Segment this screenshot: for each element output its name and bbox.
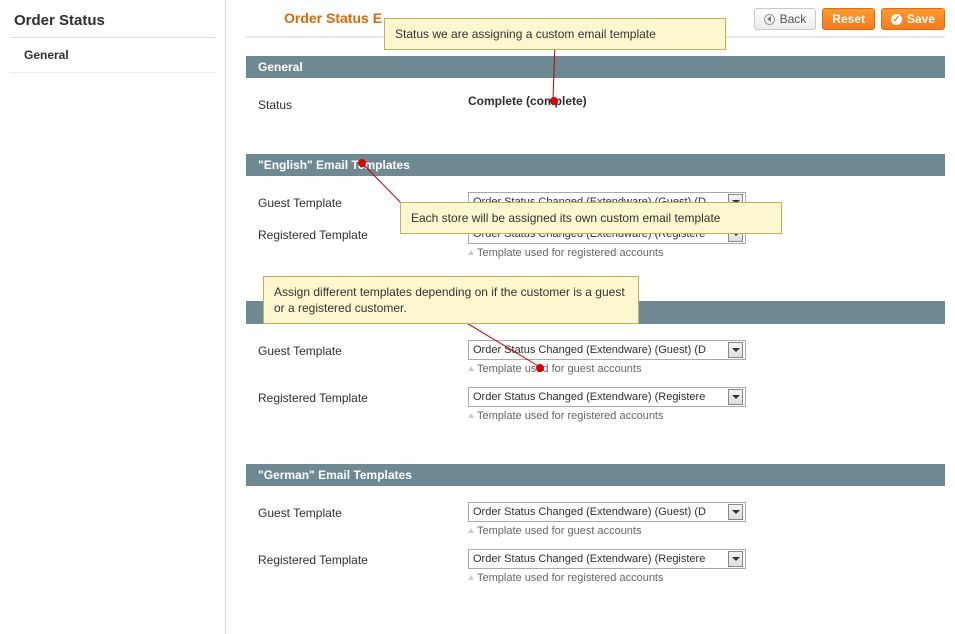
status-value: Complete (complete) xyxy=(468,94,933,112)
hint-triangle-icon xyxy=(468,413,474,418)
dropdown-arrow-icon xyxy=(728,504,743,520)
english-reg-hint: Template used for registered accounts xyxy=(468,244,933,259)
reset-button[interactable]: Reset xyxy=(822,8,875,30)
save-button[interactable]: ✓ Save xyxy=(881,8,945,30)
back-arrow-icon xyxy=(764,14,775,25)
hint-triangle-icon xyxy=(468,250,474,255)
dropdown-arrow-icon xyxy=(728,389,743,405)
annotation-dot-icon xyxy=(358,159,366,167)
hint-triangle-icon xyxy=(468,528,474,533)
german-guest-select[interactable]: Order Status Changed (Extendware) (Guest… xyxy=(468,502,746,522)
mid-reg-hint: Template used for registered accounts xyxy=(468,407,933,422)
german-reg-hint: Template used for registered accounts xyxy=(468,569,933,584)
hint-triangle-icon xyxy=(468,366,474,371)
section-head-german: "German" Email Templates xyxy=(246,464,945,486)
mid-guest-select-value: Order Status Changed (Extendware) (Guest… xyxy=(473,344,706,356)
sidebar-title: Order Status xyxy=(10,8,215,38)
german-reg-select[interactable]: Order Status Changed (Extendware) (Regis… xyxy=(468,549,746,569)
german-guest-hint: Template used for guest accounts xyxy=(468,522,933,537)
annotation-dot-icon xyxy=(536,364,544,372)
back-button-label: Back xyxy=(780,12,807,26)
german-guest-select-value: Order Status Changed (Extendware) (Guest… xyxy=(473,506,706,518)
hint-triangle-icon xyxy=(468,575,474,580)
german-reg-select-value: Order Status Changed (Extendware) (Regis… xyxy=(473,553,705,565)
page-title: Order Status E xyxy=(246,6,382,36)
mid-reg-select[interactable]: Order Status Changed (Extendware) (Regis… xyxy=(468,387,746,407)
mid-guest-select[interactable]: Order Status Changed (Extendware) (Guest… xyxy=(468,340,746,360)
save-button-label: Save xyxy=(907,12,935,26)
german-guest-label: Guest Template xyxy=(258,502,468,537)
check-icon: ✓ xyxy=(891,14,902,25)
annotation-status: Status we are assigning a custom email t… xyxy=(384,18,726,50)
reset-button-label: Reset xyxy=(832,12,865,26)
mid-guest-label: Guest Template xyxy=(258,340,468,375)
sidebar-item-general[interactable]: General xyxy=(10,38,215,73)
status-label: Status xyxy=(258,94,468,112)
mid-reg-label: Registered Template xyxy=(258,387,468,422)
dropdown-arrow-icon xyxy=(728,551,743,567)
annotation-guest-registered: Assign different templates depending on … xyxy=(263,276,639,324)
mid-reg-select-value: Order Status Changed (Extendware) (Regis… xyxy=(473,391,705,403)
annotation-store: Each store will be assigned its own cust… xyxy=(400,202,782,234)
dropdown-arrow-icon xyxy=(728,342,743,358)
german-reg-label: Registered Template xyxy=(258,549,468,584)
back-button[interactable]: Back xyxy=(754,8,817,30)
annotation-dot-icon xyxy=(550,97,558,105)
section-head-english: "English" Email Templates xyxy=(246,154,945,176)
action-buttons: Back Reset ✓ Save xyxy=(754,6,945,30)
sidebar: Order Status General xyxy=(0,0,225,634)
section-head-general: General xyxy=(246,56,945,78)
